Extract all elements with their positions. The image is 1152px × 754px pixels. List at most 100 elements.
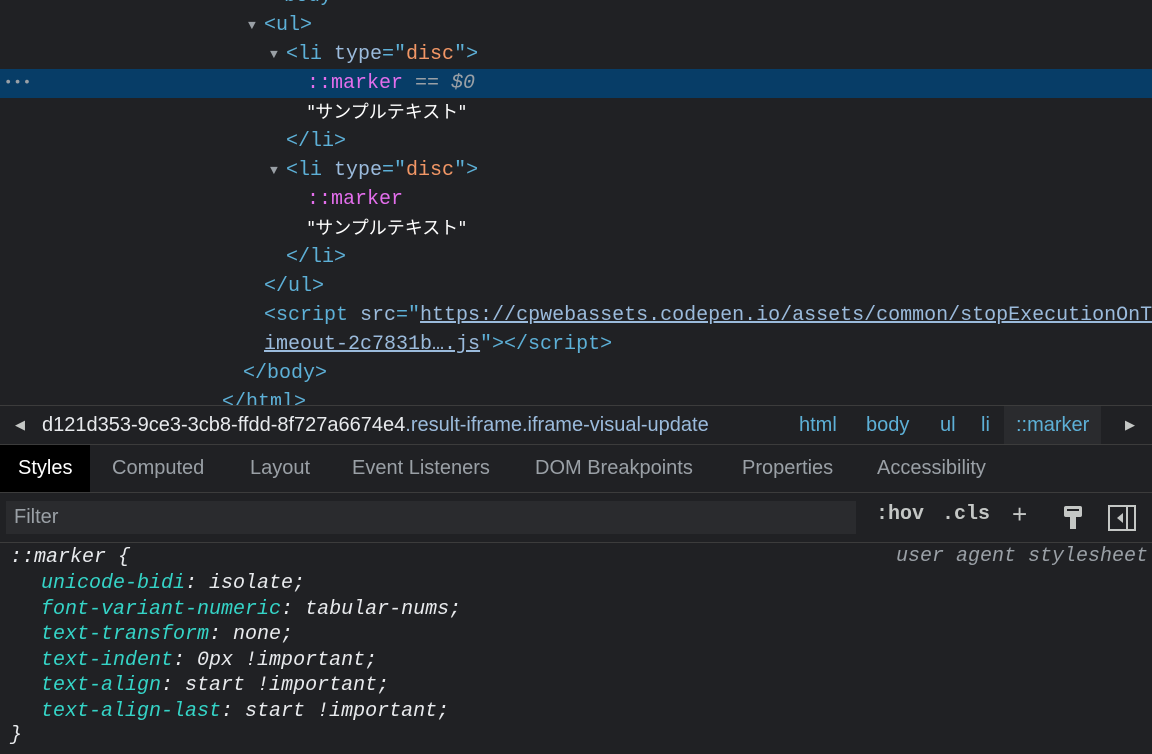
breadcrumb-item-ul[interactable]: ul — [940, 406, 956, 444]
colon: : — [209, 623, 234, 646]
dom-node-line[interactable]: "サンプルテキスト" — [0, 214, 1152, 243]
colon: : — [161, 674, 186, 697]
colon: : — [173, 648, 198, 672]
cls-button[interactable]: .cls — [942, 503, 990, 526]
tab-dom-breakpoints[interactable]: DOM Breakpoints — [517, 445, 711, 492]
styles-pane: user agent stylesheet ::marker { unicode… — [0, 543, 1152, 754]
breadcrumb-item-li[interactable]: li — [981, 406, 990, 444]
dom-node-content: <li type="disc"> — [286, 40, 478, 69]
css-value[interactable]: tabular-nums; — [305, 598, 461, 621]
script-src-link[interactable]: imeout-2c7831b….js — [264, 333, 480, 356]
dom-node-line[interactable]: ▼ <li type="disc"> — [0, 40, 1152, 69]
css-property[interactable]: font-variant-numeric — [41, 598, 281, 621]
new-style-rule-button[interactable]: + — [1012, 499, 1027, 530]
dom-token-attr: type — [334, 43, 383, 66]
css-value[interactable]: none; — [233, 623, 293, 646]
dom-node-content: </li> — [286, 243, 346, 272]
dom-node-content: <ul> — [264, 11, 312, 40]
dom-token-tag: "> — [454, 159, 479, 182]
css-declaration[interactable]: text-align-last: start !important; — [41, 699, 449, 725]
breadcrumb-item-marker[interactable]: ::marker — [1004, 406, 1102, 444]
dom-node-line[interactable]: </body> — [0, 359, 1152, 388]
dom-node-line[interactable]: imeout-2c7831b….js"></script> — [0, 330, 1152, 359]
dom-node-line[interactable]: •••::marker == $0 — [0, 69, 1152, 98]
dom-node-content: "サンプルテキスト" — [307, 214, 466, 244]
tab-properties[interactable]: Properties — [724, 445, 851, 492]
colon: : — [185, 572, 210, 595]
dom-tree-panel[interactable]: body▼<ul>▼<li type="disc">•••::marker ==… — [0, 0, 1152, 405]
dom-node-line[interactable]: </ul> — [0, 272, 1152, 301]
dom-token-attr: type — [334, 159, 383, 182]
dom-node-content: body — [284, 0, 332, 11]
dom-token-tag: </li> — [286, 130, 347, 153]
dom-node-line[interactable]: ▼ <ul> — [0, 11, 1152, 40]
colon: : — [281, 597, 306, 621]
css-value[interactable]: isolate; — [209, 572, 305, 595]
breadcrumb-item-iframe[interactable]: d121d353-9ce3-3cb8-ffdd-8f727a6674e4.res… — [42, 406, 709, 444]
dom-token-tag: </html> — [222, 391, 307, 405]
dom-node-line[interactable]: ::marker — [0, 185, 1152, 214]
colon: : — [221, 699, 246, 723]
dom-node-content: </html> — [222, 388, 306, 405]
dom-token-tag: "></script> — [480, 333, 613, 356]
dom-node-line[interactable]: </html> — [0, 388, 1152, 405]
dom-node-line[interactable]: <script src="https://cpwebassets.codepen… — [0, 301, 1152, 330]
expand-triangle-icon[interactable]: ▼ — [248, 11, 256, 40]
breadcrumb-item-html[interactable]: html — [799, 406, 837, 444]
breadcrumb-item-body[interactable]: body — [866, 406, 909, 444]
dom-token-tag: <li — [286, 159, 335, 182]
dom-token-tag: </li> — [286, 246, 347, 269]
css-property[interactable]: text-indent — [41, 649, 173, 672]
css-declaration[interactable]: text-align: start !important; — [41, 673, 389, 699]
dom-node-content: </body> — [243, 359, 327, 388]
css-declaration[interactable]: unicode-bidi: isolate; — [41, 571, 305, 597]
css-declaration[interactable]: text-transform: none; — [41, 622, 293, 648]
scroll-right-icon[interactable]: ▶ — [1120, 406, 1140, 444]
dom-token-tag: </body> — [243, 362, 328, 385]
css-property[interactable]: text-transform — [41, 623, 209, 646]
dom-node-content: imeout-2c7831b….js"></script> — [264, 330, 612, 359]
dom-token-txt: "サンプルテキスト" — [307, 102, 467, 123]
expand-triangle-icon[interactable]: ▼ — [270, 40, 278, 69]
css-property[interactable]: text-align-last — [41, 700, 221, 723]
dom-node-line[interactable]: "サンプルテキスト" — [0, 98, 1152, 127]
css-value[interactable]: 0px !important; — [197, 649, 377, 672]
dom-token-txt: "サンプルテキスト" — [307, 218, 467, 239]
ellipsis-icon[interactable]: ••• — [4, 69, 32, 98]
toggle-sidebar-icon[interactable] — [1108, 505, 1136, 537]
css-declaration[interactable]: font-variant-numeric: tabular-nums; — [41, 597, 461, 623]
dom-token-eq: == — [403, 72, 452, 95]
tab-computed[interactable]: Computed — [94, 445, 222, 492]
hov-button[interactable]: :hov — [876, 503, 924, 526]
expand-triangle-icon[interactable]: ▼ — [270, 156, 278, 185]
css-property[interactable]: unicode-bidi — [41, 572, 185, 595]
filter-input[interactable] — [6, 501, 856, 534]
dom-node-content: </li> — [286, 127, 346, 156]
dom-token-tag: =" — [396, 304, 421, 327]
dom-token-val: disc — [406, 159, 455, 182]
stylesheet-source: user agent stylesheet — [895, 545, 1148, 568]
scroll-left-icon[interactable]: ◀ — [10, 406, 30, 444]
dom-node-line[interactable]: ▼ <li type="disc"> — [0, 156, 1152, 185]
tab-layout[interactable]: Layout — [232, 445, 328, 492]
dom-node-line[interactable]: </li> — [0, 127, 1152, 156]
script-src-link[interactable]: https://cpwebassets.codepen.io/assets/co… — [420, 304, 1152, 327]
css-value[interactable]: start !important; — [245, 700, 449, 723]
css-value[interactable]: start !important; — [185, 674, 389, 697]
tab-styles[interactable]: Styles — [0, 445, 91, 492]
tab-accessibility[interactable]: Accessibility — [859, 445, 1004, 492]
rule-selector[interactable]: ::marker { — [10, 545, 130, 571]
css-declaration[interactable]: text-indent: 0px !important; — [41, 648, 377, 674]
sidebar-tabs: Styles Computed Layout Event Listeners D… — [0, 445, 1152, 493]
paint-roller-icon[interactable] — [1061, 505, 1085, 537]
breadcrumb-iframe-id: d121d353-9ce3-3cb8-ffdd-8f727a6674e4 — [42, 414, 406, 436]
css-property[interactable]: text-align — [41, 674, 161, 697]
dom-node-content: ::marker == $0 — [307, 69, 475, 98]
dom-node-content: </ul> — [264, 272, 324, 301]
tab-event-listeners[interactable]: Event Listeners — [334, 445, 508, 492]
dom-token-dollar: $0 — [451, 72, 476, 95]
dom-node-line[interactable]: body — [0, 0, 1152, 11]
dom-node-content: <script src="https://cpwebassets.codepen… — [264, 301, 1152, 330]
dom-node-line[interactable]: </li> — [0, 243, 1152, 272]
breadcrumb-iframe-class: .result-iframe.iframe-visual-update — [405, 414, 709, 436]
